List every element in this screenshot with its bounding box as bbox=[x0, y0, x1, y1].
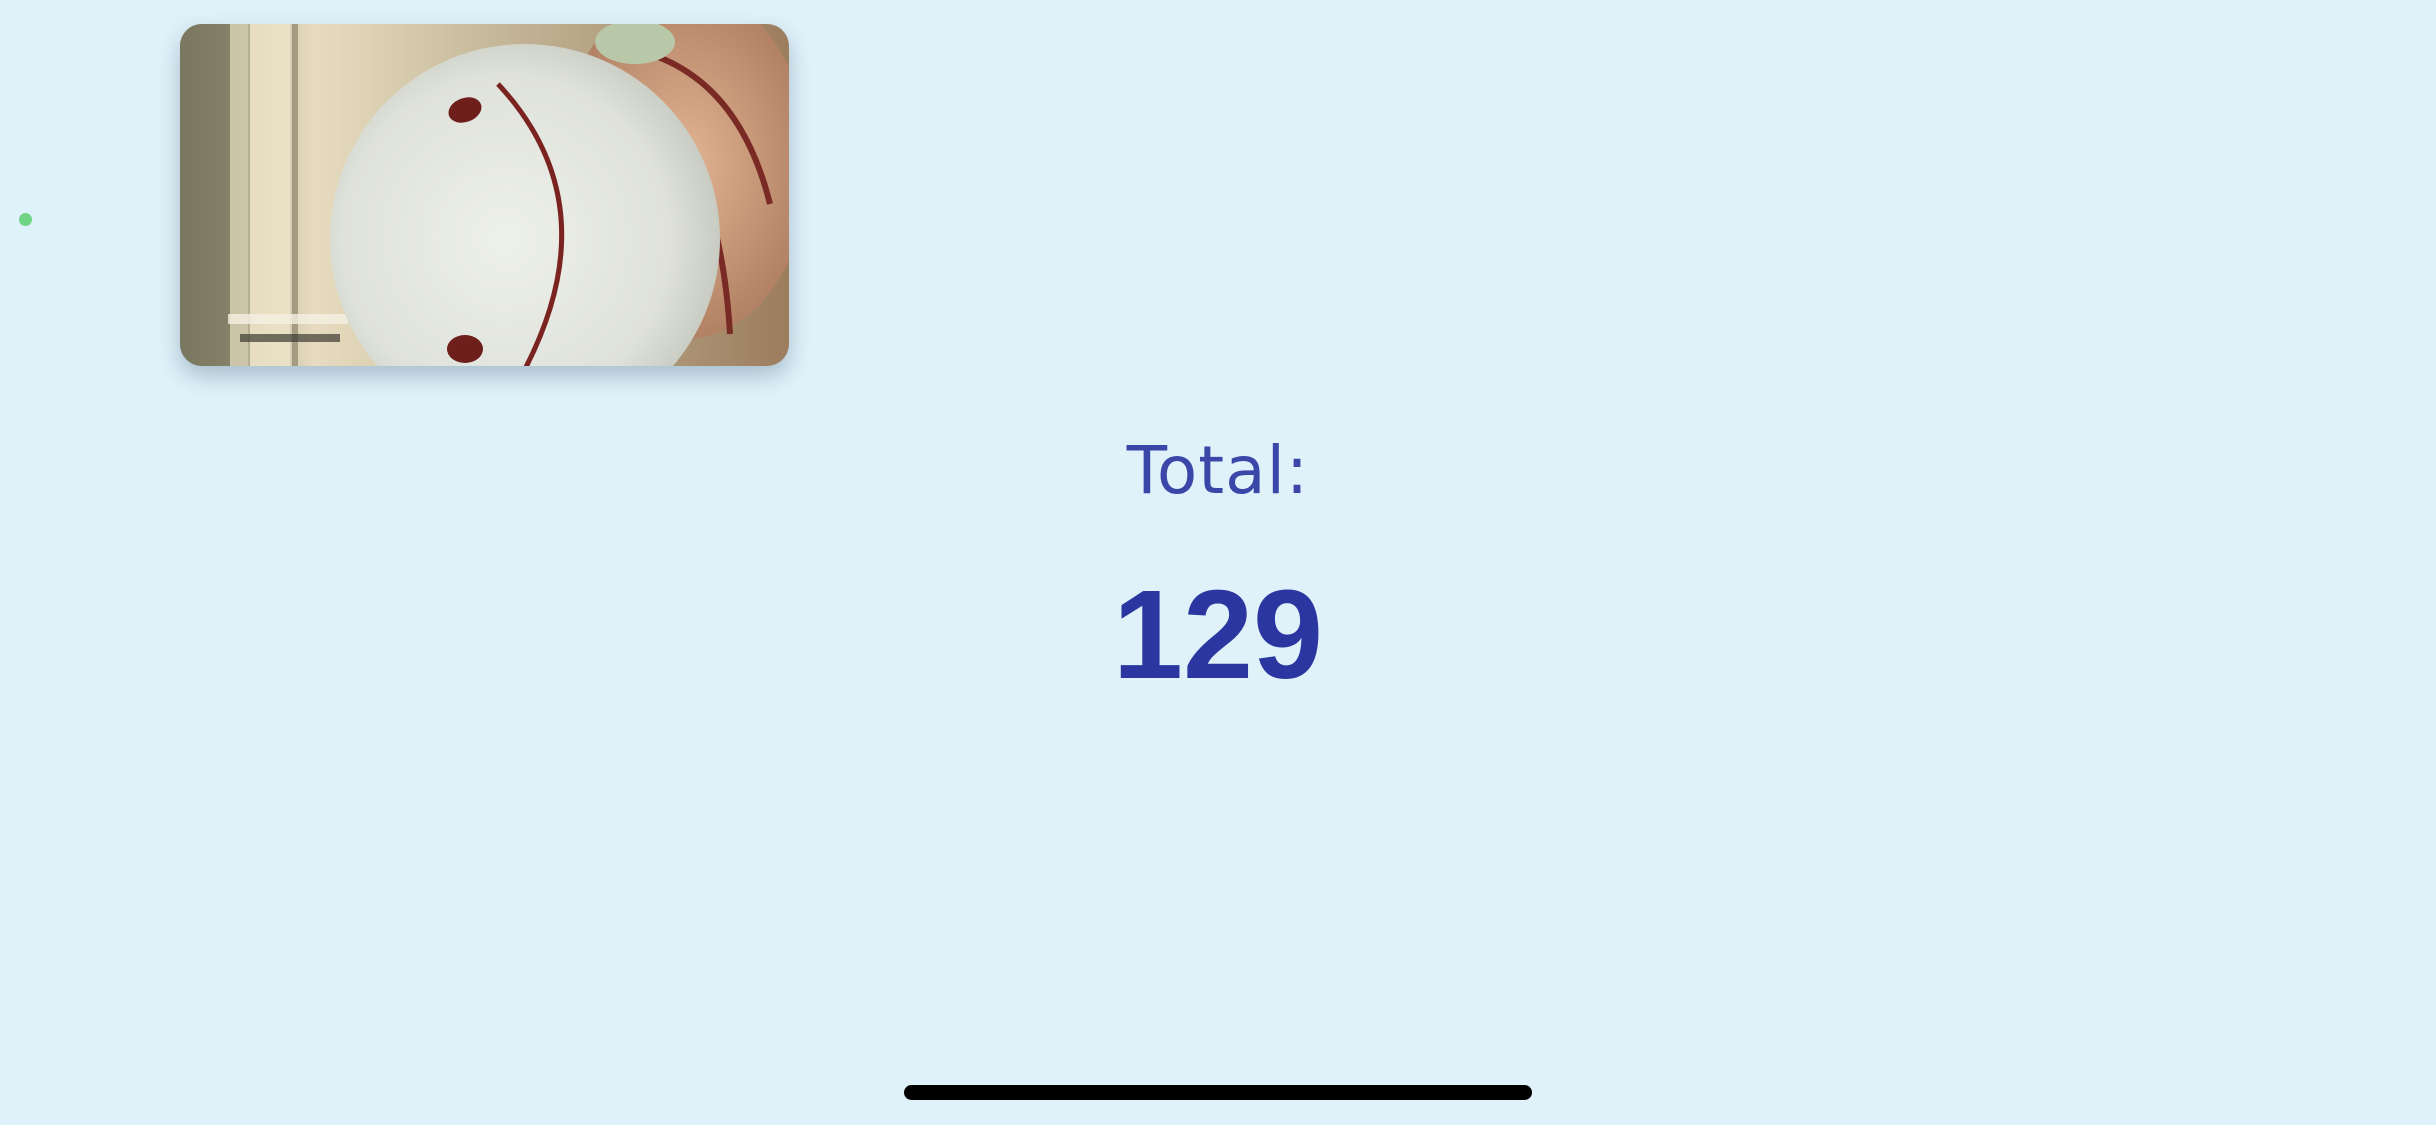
mic-in-use-indicator-icon bbox=[19, 213, 32, 226]
total-count-value: 129 bbox=[1112, 564, 1324, 705]
total-label: Total: bbox=[1126, 432, 1310, 509]
home-indicator-icon[interactable] bbox=[904, 1085, 1532, 1100]
camera-preview bbox=[180, 24, 789, 366]
app-screen: Total: 129 bbox=[0, 0, 2436, 1125]
camera-feed-image bbox=[180, 24, 789, 366]
